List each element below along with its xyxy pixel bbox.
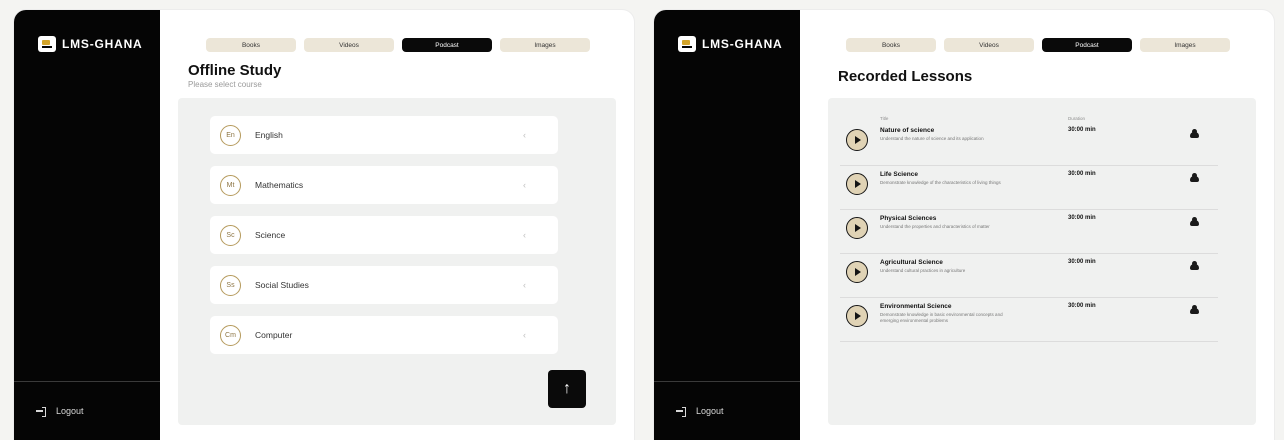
course-list: En English ‹ Mt Mathematics ‹ Sc Science…	[210, 116, 558, 366]
lesson-list: Nature of science Understand the nature …	[840, 122, 1218, 342]
tab-books[interactable]: Books	[846, 38, 936, 52]
cloud-download-icon[interactable]	[1190, 305, 1199, 314]
lesson-title: Life Science	[880, 171, 918, 178]
page-subtitle: Please select course	[188, 80, 262, 89]
logout-icon	[676, 406, 686, 417]
sidebar-divider	[14, 381, 160, 382]
lesson-description: Understand the properties and characteri…	[880, 224, 990, 229]
lesson-row[interactable]: Life Science Demonstrate knowledge of th…	[840, 166, 1218, 210]
lesson-duration: 30:00 min	[1068, 171, 1096, 177]
course-code-badge: Mt	[220, 174, 241, 196]
course-name: English	[255, 130, 283, 140]
lesson-description: Demonstrate knowledge of the characteris…	[880, 180, 1001, 185]
lesson-row[interactable]: Environmental Science Demonstrate knowle…	[840, 298, 1218, 342]
course-code-badge: En	[220, 124, 241, 146]
logo-text: LMS-GHANA	[702, 37, 783, 51]
column-header-title: Title	[880, 116, 889, 121]
lesson-title: Physical Sciences	[880, 215, 937, 222]
media-tabs: Books Videos Podcast Images	[206, 38, 590, 52]
play-icon[interactable]	[846, 261, 868, 283]
tab-images[interactable]: Images	[1140, 38, 1230, 52]
lesson-duration: 30:00 min	[1068, 259, 1096, 265]
recorded-lessons-screen: LMS-GHANA Logout Books Videos Podcast Im…	[654, 10, 1274, 440]
column-header-duration: Duration	[1068, 116, 1086, 121]
lesson-title: Nature of science	[880, 127, 935, 134]
arrow-up-icon: ↑	[563, 380, 571, 397]
page-title: Recorded Lessons	[838, 68, 973, 85]
media-tabs: Books Videos Podcast Images	[846, 38, 1230, 52]
cloud-download-icon[interactable]	[1190, 261, 1199, 270]
offline-study-screen: LMS-GHANA Logout Books Videos Podcast Im…	[14, 10, 634, 440]
course-item-science[interactable]: Sc Science ‹	[210, 216, 558, 254]
chevron-left-icon: ‹	[523, 330, 526, 340]
tab-videos[interactable]: Videos	[944, 38, 1034, 52]
play-icon[interactable]	[846, 217, 868, 239]
lesson-title: Environmental Science	[880, 303, 952, 310]
logout-label: Logout	[696, 406, 724, 416]
lesson-duration: 30:00 min	[1068, 127, 1096, 133]
play-icon[interactable]	[846, 305, 868, 327]
course-code-badge: Sc	[220, 224, 241, 246]
lesson-row[interactable]: Agricultural Science Understand cultural…	[840, 254, 1218, 298]
lesson-row[interactable]: Physical Sciences Understand the propert…	[840, 210, 1218, 254]
logout-label: Logout	[56, 406, 84, 416]
lesson-duration: 30:00 min	[1068, 303, 1096, 309]
course-name: Social Studies	[255, 280, 309, 290]
play-icon[interactable]	[846, 173, 868, 195]
cloud-download-icon[interactable]	[1190, 173, 1199, 182]
page-title: Offline Study	[188, 62, 282, 79]
tab-podcast[interactable]: Podcast	[402, 38, 492, 52]
lesson-description: Understand the nature of science and its…	[880, 136, 984, 141]
course-code-badge: Cm	[220, 324, 241, 346]
course-name: Science	[255, 230, 286, 240]
tab-videos[interactable]: Videos	[304, 38, 394, 52]
course-item-social-studies[interactable]: Ss Social Studies ‹	[210, 266, 558, 304]
logo-text: LMS-GHANA	[62, 37, 143, 51]
course-name: Computer	[255, 330, 293, 340]
chevron-left-icon: ‹	[523, 130, 526, 140]
logo-icon	[678, 36, 696, 52]
logo[interactable]: LMS-GHANA	[678, 36, 783, 52]
chevron-left-icon: ‹	[523, 180, 526, 190]
tab-podcast[interactable]: Podcast	[1042, 38, 1132, 52]
cloud-download-icon[interactable]	[1190, 129, 1199, 138]
course-item-mathematics[interactable]: Mt Mathematics ‹	[210, 166, 558, 204]
course-name: Mathematics	[255, 180, 304, 190]
sidebar: LMS-GHANA Logout	[654, 10, 800, 440]
lesson-description: Understand cultural practices in agricul…	[880, 268, 966, 273]
tab-images[interactable]: Images	[500, 38, 590, 52]
lesson-description: Demonstrate knowledge in basic environme…	[880, 312, 1003, 323]
logout-button[interactable]: Logout	[676, 406, 724, 417]
chevron-left-icon: ‹	[523, 230, 526, 240]
course-item-computer[interactable]: Cm Computer ‹	[210, 316, 558, 354]
course-item-english[interactable]: En English ‹	[210, 116, 558, 154]
logo-icon	[38, 36, 56, 52]
logout-button[interactable]: Logout	[36, 406, 84, 417]
tab-books[interactable]: Books	[206, 38, 296, 52]
scroll-to-top-button[interactable]: ↑	[548, 370, 586, 408]
play-icon[interactable]	[846, 129, 868, 151]
logo[interactable]: LMS-GHANA	[38, 36, 143, 52]
lesson-duration: 30:00 min	[1068, 215, 1096, 221]
lesson-title: Agricultural Science	[880, 259, 943, 266]
sidebar-divider	[654, 381, 800, 382]
course-code-badge: Ss	[220, 274, 241, 296]
sidebar: LMS-GHANA Logout	[14, 10, 160, 440]
chevron-left-icon: ‹	[523, 280, 526, 290]
logout-icon	[36, 406, 46, 417]
cloud-download-icon[interactable]	[1190, 217, 1199, 226]
lesson-row[interactable]: Nature of science Understand the nature …	[840, 122, 1218, 166]
